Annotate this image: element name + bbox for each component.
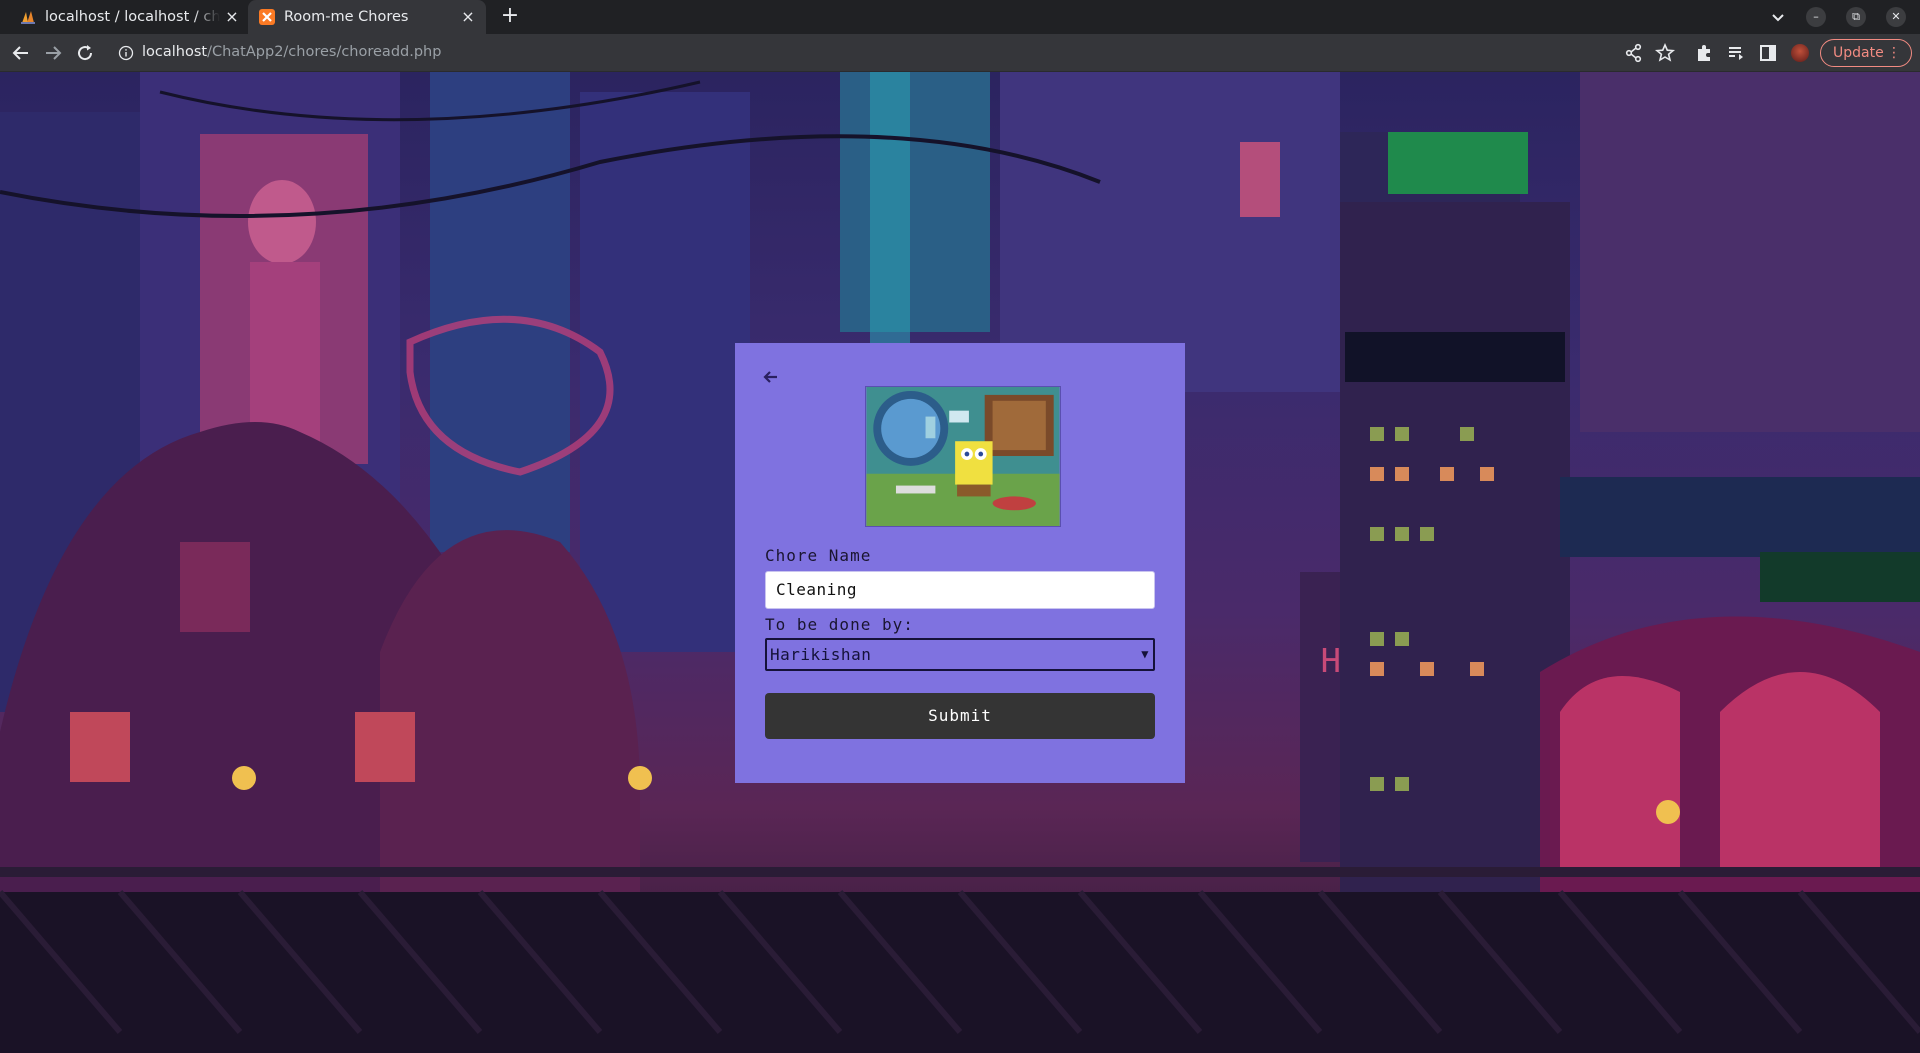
submit-button[interactable]: Submit [765,693,1155,739]
share-icon[interactable] [1622,41,1646,65]
close-window-button[interactable]: ✕ [1886,7,1906,27]
side-panel-icon[interactable] [1756,41,1780,65]
tab-title: localhost / localhost / chatapp2 [45,9,220,25]
assignee-select[interactable]: Harikishan ▼ [765,638,1155,671]
site-info-icon[interactable] [118,45,134,61]
reload-icon[interactable] [73,41,97,65]
chore-name-input[interactable]: Cleaning [765,571,1155,609]
minimize-button[interactable]: – [1806,7,1826,27]
chevron-down-icon: ▼ [1141,647,1149,661]
assignee-label: To be done by: [765,615,914,634]
tab-search-chevron-icon[interactable] [1766,7,1790,27]
forward-icon[interactable] [41,41,65,65]
svg-text:H: H [1320,642,1342,683]
page-background: H Chore Name Cleaning To be done by: Har… [0,72,1920,1053]
media-queue-icon[interactable] [1724,41,1748,65]
spongebob-cleaning-image [865,386,1061,527]
tab-title: Room-me Chores [284,9,409,25]
url-path: /ChatApp2/chores/choreadd.php [207,44,442,60]
tab-strip: localhost / localhost / chatapp2 × Room-… [0,0,1920,34]
add-chore-card: Chore Name Cleaning To be done by: Harik… [735,343,1185,783]
back-arrow-icon[interactable] [761,367,781,387]
close-tab-icon[interactable]: × [460,9,476,25]
restore-button[interactable]: ⧉ [1846,7,1866,27]
update-button[interactable]: Update ⋮ [1820,39,1912,67]
back-icon[interactable] [9,41,33,65]
update-label: Update [1833,45,1884,61]
tab-phpmyadmin[interactable]: localhost / localhost / chatapp2 × [12,0,250,34]
phpmyadmin-favicon-icon [21,11,35,24]
browser-menu-icon[interactable]: ⋮ [1887,40,1901,66]
browser-toolbar: localhost/ChatApp2/chores/choreadd.php U… [0,34,1920,72]
address-bar[interactable]: localhost/ChatApp2/chores/choreadd.php [142,44,441,60]
close-tab-icon[interactable]: × [224,9,240,25]
assignee-selected-value: Harikishan [770,645,872,664]
url-host: localhost [142,44,208,60]
profile-avatar[interactable] [1791,44,1809,62]
extensions-icon[interactable] [1692,41,1716,65]
tab-room-me-chores[interactable]: Room-me Chores × [248,0,486,34]
chore-name-value: Cleaning [776,580,858,599]
chore-name-label: Chore Name [765,546,872,565]
xampp-favicon-icon [259,9,275,25]
new-tab-button[interactable]: + [498,5,522,29]
bookmark-star-icon[interactable] [1653,41,1677,65]
